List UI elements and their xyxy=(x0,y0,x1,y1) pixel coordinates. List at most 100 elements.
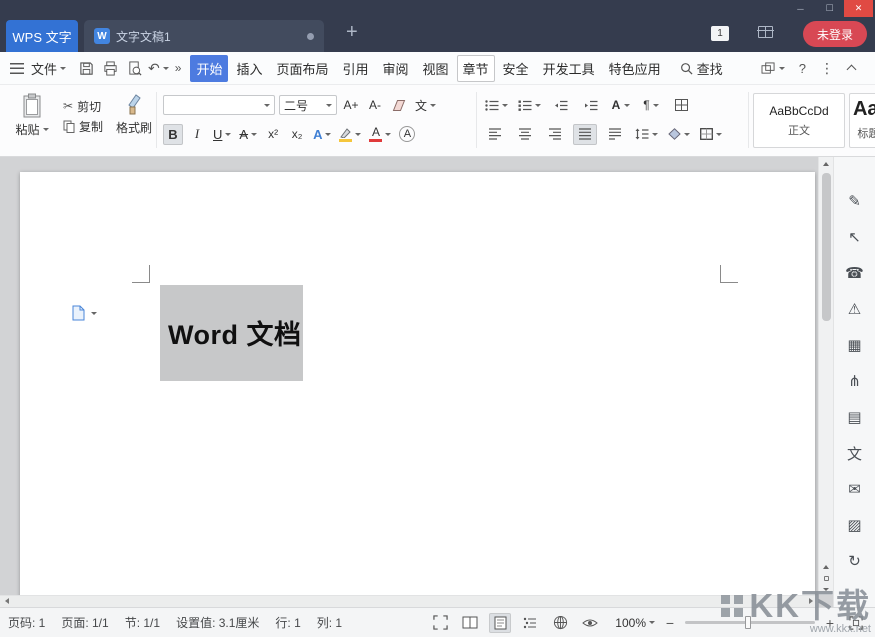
print-button[interactable] xyxy=(98,57,122,79)
eye-protect-button[interactable] xyxy=(579,613,601,633)
paste-button[interactable]: 粘贴 xyxy=(10,93,54,139)
outline-view-button[interactable] xyxy=(519,613,541,633)
style-normal[interactable]: AaBbCcDd 正文 xyxy=(753,93,845,148)
select-tool-icon[interactable]: ↖ xyxy=(834,219,875,255)
two-page-view-button[interactable] xyxy=(459,613,481,633)
select-browse-object-button[interactable] xyxy=(824,576,829,581)
tab-close-dot-icon[interactable] xyxy=(307,33,314,40)
collapse-ribbon-button[interactable] xyxy=(847,65,857,75)
format-painter-button[interactable]: 格式刷 xyxy=(112,93,156,139)
share-tool-icon[interactable]: ⋔ xyxy=(834,363,875,399)
justify-button[interactable] xyxy=(573,124,597,145)
zoom-out-button[interactable]: − xyxy=(663,615,677,631)
align-center-button[interactable] xyxy=(513,124,537,145)
doc-edit-tool-icon[interactable]: ▤ xyxy=(834,399,875,435)
status-pages[interactable]: 页面: 1/1 xyxy=(61,614,108,631)
superscript-button[interactable]: x² xyxy=(263,124,283,145)
underline-button[interactable]: U xyxy=(211,124,233,145)
tab-section[interactable]: 章节 xyxy=(457,55,495,82)
page-view-button[interactable] xyxy=(489,613,511,633)
login-button[interactable]: 未登录 xyxy=(803,21,867,47)
italic-button[interactable]: I xyxy=(187,124,207,145)
close-button[interactable]: ✕ xyxy=(844,0,873,17)
tab-home[interactable]: 开始 xyxy=(190,55,228,82)
help-button[interactable]: ? xyxy=(799,61,806,76)
subscript-button[interactable]: x₂ xyxy=(287,124,307,145)
paste-options-button[interactable] xyxy=(72,305,97,321)
clear-format-button[interactable] xyxy=(389,95,409,116)
borders-button[interactable] xyxy=(698,124,724,145)
style-heading1[interactable]: AaB 标题 1 xyxy=(849,93,875,148)
more-menu-button[interactable]: ⋮ xyxy=(820,60,834,77)
tab-special-features[interactable]: 特色应用 xyxy=(603,55,667,82)
font-color-button[interactable]: A xyxy=(367,124,393,145)
document-tab[interactable]: W 文字文稿1 xyxy=(84,20,324,52)
message-count-badge[interactable]: 1 xyxy=(711,26,729,41)
previous-page-button[interactable] xyxy=(823,565,829,569)
text-effects-button[interactable]: A xyxy=(311,124,333,145)
text-selection[interactable]: Word 文档 xyxy=(160,285,303,381)
increase-indent-button[interactable] xyxy=(579,95,603,116)
next-page-button[interactable] xyxy=(823,588,829,591)
numbering-button[interactable] xyxy=(516,95,543,116)
pen-tool-icon[interactable]: ✎ xyxy=(834,183,875,219)
bold-button[interactable]: B xyxy=(163,124,183,145)
scroll-up-button[interactable] xyxy=(823,162,829,166)
status-section[interactable]: 节: 1/1 xyxy=(125,614,160,631)
scrollbar-thumb[interactable] xyxy=(822,173,831,321)
horizontal-scrollbar[interactable] xyxy=(0,595,818,607)
alert-tool-icon[interactable]: ⚠ xyxy=(834,291,875,327)
app-menu-button[interactable]: WPS 文字 xyxy=(6,20,78,52)
tab-references[interactable]: 引用 xyxy=(336,55,374,82)
zoom-slider-thumb[interactable] xyxy=(745,616,751,629)
fit-page-button[interactable] xyxy=(429,613,451,633)
align-right-button[interactable] xyxy=(543,124,567,145)
translate-tool-icon[interactable]: 文 xyxy=(834,435,875,471)
sync-tool-icon[interactable]: ↻ xyxy=(834,543,875,579)
switch-window-button[interactable] xyxy=(761,62,785,75)
status-page-number[interactable]: 页码: 1 xyxy=(8,614,45,631)
status-margin-setting[interactable]: 设置值: 3.1厘米 xyxy=(176,614,259,631)
vertical-scrollbar[interactable] xyxy=(818,157,833,595)
distribute-button[interactable] xyxy=(603,124,627,145)
document-heading[interactable]: Word 文档 xyxy=(168,313,302,352)
hamburger-menu-icon[interactable] xyxy=(10,63,24,74)
tab-insert[interactable]: 插入 xyxy=(230,55,268,82)
strikethrough-button[interactable]: A xyxy=(237,124,259,145)
phonetic-guide-button[interactable]: 文 xyxy=(413,95,438,116)
align-left-button[interactable] xyxy=(483,124,507,145)
find-button[interactable]: 查找 xyxy=(680,59,723,78)
tab-view[interactable]: 视图 xyxy=(417,55,455,82)
phone-tool-icon[interactable]: ☎ xyxy=(834,255,875,291)
copy-button[interactable]: 复制 xyxy=(63,116,103,136)
zoom-slider[interactable] xyxy=(685,621,815,624)
highlight-button[interactable] xyxy=(337,124,363,145)
decrease-font-button[interactable]: A- xyxy=(365,95,385,116)
quick-access-more-button[interactable]: » xyxy=(175,61,182,75)
file-menu-button[interactable]: 文件 xyxy=(31,59,66,78)
web-view-button[interactable] xyxy=(549,613,571,633)
image-tool-icon[interactable]: ▨ xyxy=(834,507,875,543)
line-spacing-button[interactable] xyxy=(633,124,660,145)
mail-tool-icon[interactable]: ✉ xyxy=(834,471,875,507)
table-tool-icon[interactable]: ▦ xyxy=(834,327,875,363)
font-size-select[interactable]: 二号 xyxy=(279,95,337,115)
tab-review[interactable]: 审阅 xyxy=(377,55,415,82)
zoom-in-button[interactable]: + xyxy=(823,615,837,631)
gift-icon[interactable] xyxy=(758,26,773,38)
zoom-level-button[interactable]: 100% xyxy=(615,616,655,630)
save-button[interactable] xyxy=(74,57,98,79)
minimize-button[interactable]: ─ xyxy=(786,0,815,17)
scroll-right-button[interactable] xyxy=(809,598,813,604)
page[interactable]: Word 文档 xyxy=(20,172,815,607)
document-area[interactable]: Word 文档 xyxy=(0,157,833,607)
font-family-select[interactable] xyxy=(163,95,275,115)
bullets-button[interactable] xyxy=(483,95,510,116)
text-tools-button[interactable] xyxy=(669,95,693,116)
char-shading-button[interactable]: A xyxy=(397,124,417,145)
undo-button[interactable]: ↶ xyxy=(148,60,169,77)
scroll-left-button[interactable] xyxy=(5,598,9,604)
cut-button[interactable]: ✂ 剪切 xyxy=(63,96,103,116)
tab-dev-tools[interactable]: 开发工具 xyxy=(537,55,601,82)
shading-button[interactable] xyxy=(666,124,692,145)
